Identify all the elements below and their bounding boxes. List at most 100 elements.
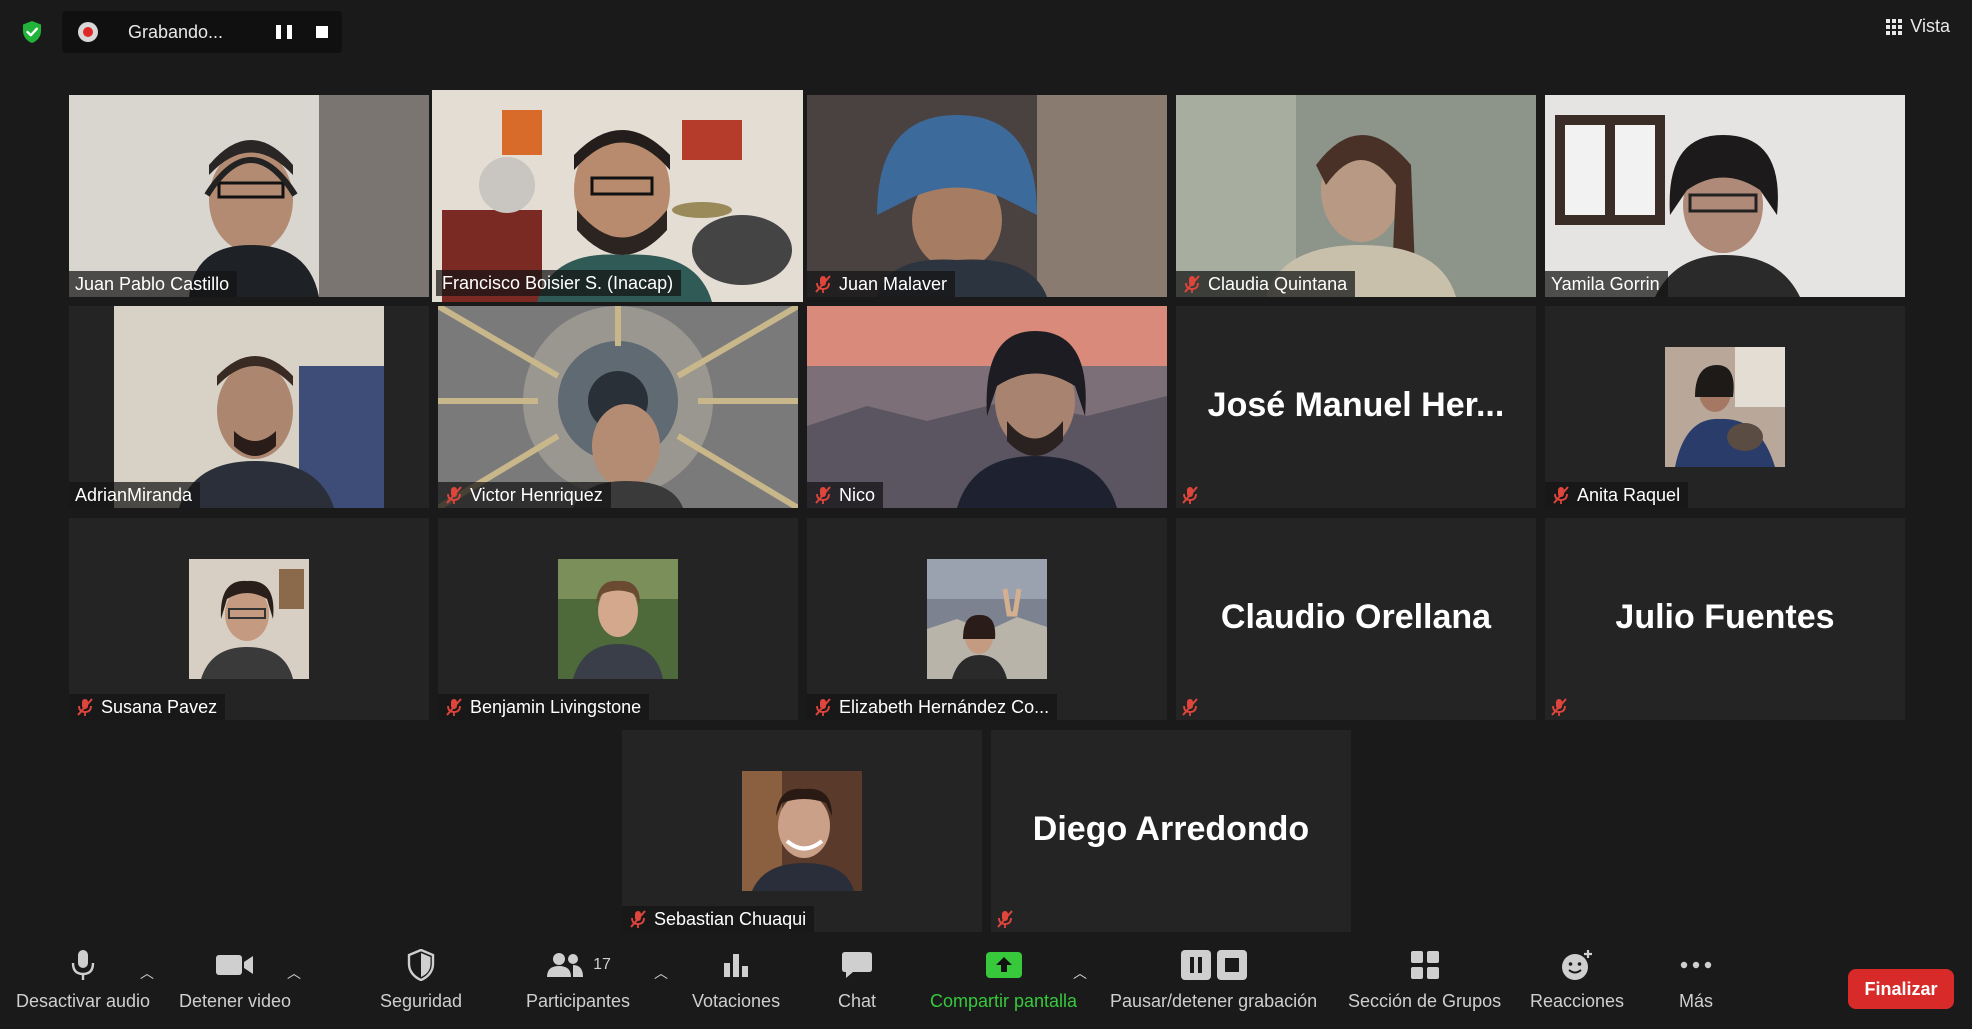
reactions-button[interactable]: Reacciones: [1530, 945, 1624, 1012]
muted-mic-icon: [1180, 485, 1200, 505]
participant-tile[interactable]: Claudia Quintana: [1176, 95, 1536, 297]
muted-mic-icon: [813, 697, 833, 717]
participant-name-tag: Anita Raquel: [1545, 482, 1689, 508]
muted-mic-icon: [813, 485, 833, 505]
stop-video-button[interactable]: Detener video: [179, 945, 291, 1012]
participant-name-tag: Sebastian Chuaqui: [622, 906, 815, 932]
participant-name: Victor Henriquez: [470, 484, 603, 505]
bar-chart-icon: [722, 945, 750, 985]
recording-indicator-icon: [78, 22, 98, 42]
participant-name-tag: Claudia Quintana: [1176, 271, 1356, 297]
pause-stop-recording-label: Pausar/detener grabación: [1110, 991, 1318, 1011]
participants-label: Participantes: [526, 991, 631, 1011]
encryption-shield-icon[interactable]: [14, 14, 50, 50]
participant-name-tag: Yamila Gorrin: [1545, 271, 1668, 297]
smiley-add-icon: [1560, 945, 1594, 985]
participant-name-tag: Francisco Boisier S. (Inacap): [436, 270, 682, 296]
participant-tile[interactable]: Claudio Orellana: [1176, 518, 1536, 720]
participant-name-tag: Nico: [807, 482, 884, 508]
security-button[interactable]: Seguridad: [380, 945, 462, 1012]
share-screen-button[interactable]: Compartir pantalla: [930, 945, 1077, 1012]
participant-name: Sebastian Chuaqui: [654, 908, 807, 929]
participant-name-tag: Victor Henriquez: [438, 482, 611, 508]
participant-tile[interactable]: Julio Fuentes: [1545, 518, 1905, 720]
stop-video-label: Detener video: [179, 991, 292, 1011]
participant-name: Yamila Gorrin: [1551, 273, 1660, 294]
pause-stop-icon: [1180, 945, 1248, 985]
participant-avatar: [189, 559, 309, 679]
share-screen-icon: [985, 945, 1023, 985]
participant-name-tag: [1176, 694, 1214, 720]
participant-tile[interactable]: Sebastian Chuaqui: [622, 730, 982, 932]
participant-tile[interactable]: Victor Henriquez: [438, 306, 798, 508]
participant-tile[interactable]: José Manuel Her...: [1176, 306, 1536, 508]
participant-tile[interactable]: Benjamin Livingstone: [438, 518, 798, 720]
participant-video: [1545, 95, 1905, 297]
security-shield-icon: [407, 945, 435, 985]
participant-tile[interactable]: Juan Malaver: [807, 95, 1167, 297]
participant-avatar: [742, 771, 862, 891]
participants-button[interactable]: 17 Participantes: [526, 945, 630, 1012]
participant-tile[interactable]: Nico: [807, 306, 1167, 508]
participant-tile-active-speaker[interactable]: Francisco Boisier S. (Inacap): [432, 90, 803, 302]
participant-name-tag: Susana Pavez: [69, 694, 226, 720]
participant-video: [69, 95, 429, 297]
chat-button[interactable]: Chat: [838, 945, 876, 1012]
participant-display-name: Diego Arredondo: [1032, 810, 1310, 848]
participant-tile[interactable]: AdrianMiranda: [69, 306, 429, 508]
participant-video: [807, 306, 1167, 508]
breakout-rooms-button[interactable]: Sección de Grupos: [1348, 945, 1501, 1012]
participant-name: AdrianMiranda: [75, 484, 193, 505]
muted-mic-icon: [813, 274, 833, 294]
mute-audio-label: Desactivar audio: [16, 991, 151, 1011]
participant-name: Elizabeth Hernández Co...: [839, 696, 1050, 717]
video-options-chevron-icon[interactable]: ︿: [287, 963, 301, 983]
muted-mic-icon: [444, 485, 464, 505]
participant-tile[interactable]: Yamila Gorrin: [1545, 95, 1905, 297]
participant-tile[interactable]: Juan Pablo Castillo: [69, 95, 429, 297]
end-meeting-button[interactable]: Finalizar: [1848, 969, 1954, 1009]
mute-audio-button[interactable]: Desactivar audio: [16, 945, 150, 1012]
participant-tile[interactable]: Anita Raquel: [1545, 306, 1905, 508]
participant-video: [807, 95, 1167, 297]
stop-recording-button[interactable]: [316, 26, 328, 38]
video-camera-icon: [215, 945, 255, 985]
recording-bar: Grabando...: [62, 11, 342, 53]
muted-mic-icon: [1549, 697, 1569, 717]
muted-mic-icon: [1180, 697, 1200, 717]
participant-name-tag: Benjamin Livingstone: [438, 694, 650, 720]
participant-name: Claudia Quintana: [1208, 273, 1348, 294]
participant-display-name: José Manuel Her...: [1207, 386, 1505, 424]
polls-button[interactable]: Votaciones: [692, 945, 780, 1012]
pause-recording-button[interactable]: [276, 24, 292, 40]
meeting-toolbar: Desactivar audio ︿ Detener video ︿ Segur…: [0, 939, 1972, 1029]
muted-mic-icon: [444, 697, 464, 717]
participant-name-tag: [1545, 694, 1583, 720]
more-label: Más: [1679, 991, 1714, 1011]
share-screen-label: Compartir pantalla: [930, 991, 1078, 1011]
recording-label: Grabando...: [128, 21, 224, 42]
muted-mic-icon: [628, 909, 648, 929]
security-label: Seguridad: [380, 991, 463, 1011]
participants-count: 17: [593, 956, 611, 973]
pause-stop-recording-button[interactable]: Pausar/detener grabación: [1110, 945, 1317, 1012]
view-label: Vista: [1910, 16, 1950, 36]
participant-name-tag: [1176, 482, 1214, 508]
share-options-chevron-icon[interactable]: ︿: [1073, 963, 1087, 983]
view-button[interactable]: Vista: [1886, 16, 1950, 37]
participants-options-chevron-icon[interactable]: ︿: [654, 963, 668, 983]
participant-name-tag: Elizabeth Hernández Co...: [807, 694, 1058, 720]
reactions-label: Reacciones: [1530, 991, 1625, 1011]
participant-tile[interactable]: Susana Pavez: [69, 518, 429, 720]
participant-tile[interactable]: Elizabeth Hernández Co...: [807, 518, 1167, 720]
participant-name-tag: AdrianMiranda: [69, 482, 201, 508]
participant-name: Francisco Boisier S. (Inacap): [442, 272, 674, 293]
participant-name: Susana Pavez: [101, 696, 218, 717]
participant-display-name: Julio Fuentes: [1615, 598, 1835, 636]
participant-name: Juan Malaver: [839, 273, 948, 294]
participant-tile[interactable]: Diego Arredondo: [991, 730, 1351, 932]
more-button[interactable]: Más: [1679, 945, 1713, 1012]
breakout-rooms-icon: [1410, 945, 1440, 985]
audio-options-chevron-icon[interactable]: ︿: [140, 963, 154, 983]
participant-name-tag: Juan Pablo Castillo: [69, 271, 238, 297]
